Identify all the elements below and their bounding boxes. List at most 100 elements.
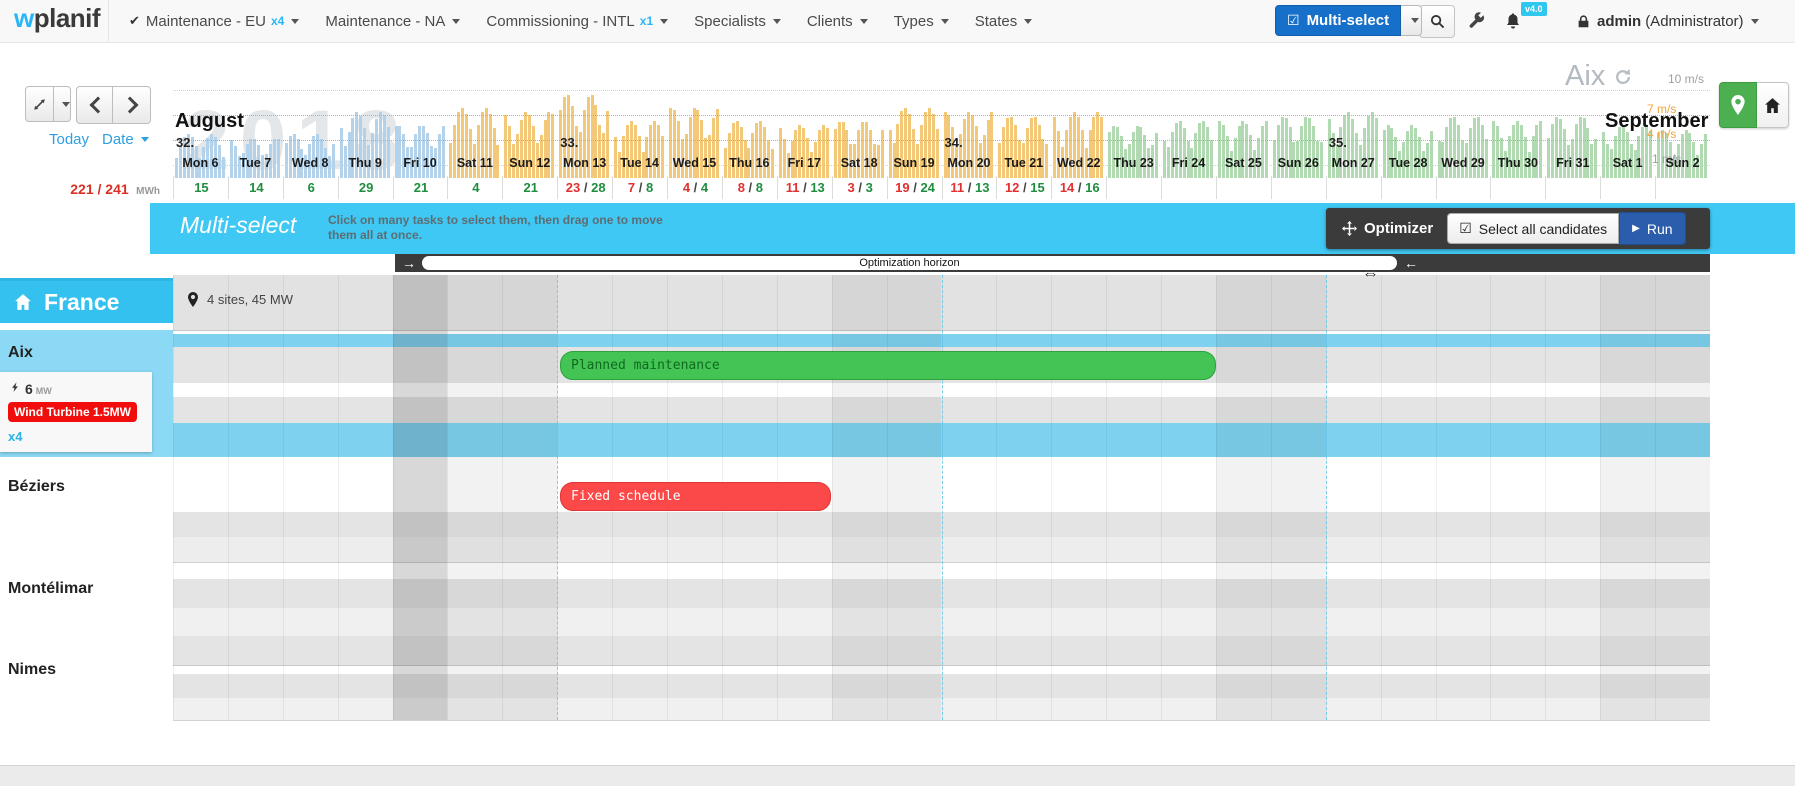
sidebar-country-header[interactable]: France [0,278,173,323]
optimization-horizon-slider[interactable]: Optimization horizon [422,256,1397,270]
map-pin-icon [187,292,199,307]
day-header-mon-27[interactable]: Mon 27 [1326,156,1381,172]
day-header-sun-26[interactable]: Sun 26 [1271,156,1326,172]
day-header-mon-6[interactable]: Mon 6 [173,156,228,172]
optimization-horizon-strip: → Optimization horizon ← [395,254,1710,272]
search-icon [1430,14,1445,29]
horizon-right-arrow-icon[interactable]: ← [1404,254,1418,272]
sites-summary-text: 4 sites, 45 MW [207,292,293,307]
nav-menu-label: Maintenance - NA [325,13,445,30]
notifications-bell-icon[interactable] [1505,12,1521,34]
day-header-thu-9[interactable]: Thu 9 [338,156,393,172]
settings-wrench-icon[interactable] [1468,12,1485,34]
app-root: 2018 Aix 10 m/s 7 m/s 4 m/s 1 m/s August… [0,0,1795,786]
nav-menu-label: Commissioning - INTL [486,13,634,30]
day-capacity-fri-24 [1161,176,1217,199]
day-header-sun-12[interactable]: Sun 12 [502,156,557,172]
day-header-fri-24[interactable]: Fri 24 [1161,156,1216,172]
multiselect-mode-title: Multi-select [180,212,296,239]
day-header-tue-14[interactable]: Tue 14 [612,156,667,172]
task-bar-planned-maintenance[interactable]: Planned maintenance [560,351,1216,380]
date-dropdown[interactable]: Date [102,131,149,148]
user-name: admin [1597,13,1641,30]
nav-menu-maintenance-eu[interactable]: ✔Maintenance - EUx4 [116,0,312,42]
nav-menu-specialists[interactable]: Specialists [681,0,794,42]
logo-first-letter: w [14,3,34,33]
day-header-mon-13[interactable]: Mon 13 [557,156,612,172]
day-header-sat-11[interactable]: Sat 11 [447,156,502,172]
chevron-down-icon [141,137,149,142]
day-header-fri-31[interactable]: Fri 31 [1545,156,1600,172]
zoom-range-caret[interactable] [54,86,71,122]
horizon-left-arrow-icon[interactable]: → [402,254,416,272]
day-header-fri-17[interactable]: Fri 17 [777,156,832,172]
day-header-tue-21[interactable]: Tue 21 [996,156,1051,172]
day-column-line [228,275,229,720]
day-header-sat-1[interactable]: Sat 1 [1600,156,1655,172]
week-label-35: 35. [1329,135,1347,150]
zoom-range-split-button[interactable] [25,86,71,122]
chevron-down-icon [1411,18,1419,23]
nav-menu-states[interactable]: States [962,0,1046,42]
day-column-line [283,275,284,720]
day-header-wed-15[interactable]: Wed 15 [667,156,722,172]
sidebar-site-nimes[interactable]: Nimes [8,661,56,679]
day-header-fri-10[interactable]: Fri 10 [393,156,448,172]
multiselect-split-button[interactable]: ☑ Multi-select [1275,5,1422,36]
search-button[interactable] [1419,5,1455,38]
sidebar-site-beziers[interactable]: Béziers [8,478,65,496]
map-buttons-group [1719,82,1789,128]
day-header-thu-30[interactable]: Thu 30 [1490,156,1545,172]
locate-button[interactable] [1719,82,1757,128]
day-capacity-tue-28 [1381,176,1437,199]
sidebar-site-montelimar[interactable]: Montélimar [8,580,93,598]
week-label-34: 34. [945,135,963,150]
day-capacity-mon-27 [1326,176,1382,199]
weekend-shade [502,275,557,720]
day-header-tue-7[interactable]: Tue 7 [228,156,283,172]
day-header-sun-19[interactable]: Sun 19 [887,156,942,172]
app-logo[interactable]: wplanif [14,3,100,34]
site-aix-detail-card[interactable]: 6 MW Wind Turbine 1.5MW x4 [0,372,152,452]
day-header-thu-23[interactable]: Thu 23 [1106,156,1161,172]
zoom-range-button[interactable] [25,86,54,122]
nav-menu-clients[interactable]: Clients [794,0,881,42]
day-header-mon-20[interactable]: Mon 20 [942,156,997,172]
nav-menu-commissioning-intl[interactable]: Commissioning - INTLx1 [473,0,681,42]
nav-menu-label: States [975,13,1018,30]
chevron-down-icon [660,19,668,24]
day-header-wed-29[interactable]: Wed 29 [1436,156,1491,172]
run-button[interactable]: ▶ Run [1619,212,1685,245]
day-capacity-sun-2 [1655,176,1711,199]
day-header-sat-18[interactable]: Sat 18 [832,156,887,172]
check-square-icon: ☑ [1459,220,1472,237]
day-header-wed-8[interactable]: Wed 8 [283,156,338,172]
schedule-grid[interactable]: 4 sites, 45 MW Planned maintenance Fixed… [173,275,1710,720]
home-view-button[interactable] [1757,82,1789,128]
day-header-tue-28[interactable]: Tue 28 [1381,156,1436,172]
day-header-wed-22[interactable]: Wed 22 [1051,156,1106,172]
nav-menu-maintenance-na[interactable]: Maintenance - NA [312,0,473,42]
task-bar-fixed-schedule[interactable]: Fixed schedule [560,482,831,511]
prev-period-button[interactable] [76,86,115,124]
day-header-thu-16[interactable]: Thu 16 [722,156,777,172]
next-period-button[interactable] [112,86,151,124]
play-icon: ▶ [1632,223,1640,234]
day-capacity-mon-20: 11 / 13 [942,176,998,199]
user-menu[interactable]: admin (Administrator) [1577,0,1759,42]
nav-menu-types[interactable]: Types [881,0,962,42]
sidebar-site-aix[interactable]: Aix [8,344,33,362]
multiselect-button[interactable]: ☑ Multi-select [1275,5,1401,36]
location-pin-icon [1730,95,1746,115]
multiselect-caret-button[interactable] [1401,5,1422,36]
select-all-candidates-button[interactable]: ☑ Select all candidates [1447,213,1619,244]
optimizer-panel: Optimizer ☑ Select all candidates ▶ Run [1326,208,1710,249]
today-link[interactable]: Today [49,131,89,148]
week-start-line [1326,275,1327,720]
refresh-icon[interactable] [1614,68,1632,86]
turbine-type-badge[interactable]: Wind Turbine 1.5MW [8,402,137,422]
chevron-down-icon [941,19,949,24]
day-header-sun-2[interactable]: Sun 2 [1655,156,1710,172]
day-header-sat-25[interactable]: Sat 25 [1216,156,1271,172]
station-title: Aix [1565,60,1632,93]
